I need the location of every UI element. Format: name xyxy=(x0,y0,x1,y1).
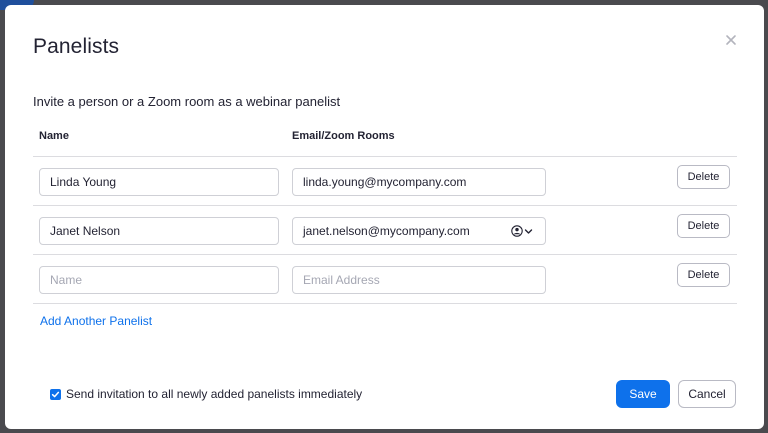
panelist-name-input[interactable]: Name xyxy=(39,266,279,294)
delete-button[interactable]: Delete xyxy=(677,165,730,189)
contact-picker-dropdown[interactable] xyxy=(511,218,533,244)
panelist-email-value: janet.nelson@mycompany.com xyxy=(303,224,470,238)
panelist-email-input[interactable]: Email Address xyxy=(292,266,546,294)
dialog-intro-text: Invite a person or a Zoom room as a webi… xyxy=(33,94,341,109)
send-invitation-label: Send invitation to all newly added panel… xyxy=(66,387,363,401)
send-invitation-option: Send invitation to all newly added panel… xyxy=(50,387,362,401)
dialog-title: Panelists xyxy=(33,35,120,58)
cancel-button[interactable]: Cancel xyxy=(678,380,736,408)
table-header: Name Email/Zoom Rooms xyxy=(33,123,737,157)
delete-button[interactable]: Delete xyxy=(677,214,730,238)
checkmark-icon xyxy=(51,391,60,397)
panelist-row: Janet Nelson janet.nelson@mycompany.com … xyxy=(33,206,737,255)
panelist-name-input[interactable]: Janet Nelson xyxy=(39,217,279,245)
close-icon xyxy=(726,35,736,45)
chevron-down-icon xyxy=(524,228,533,234)
panelist-name-input[interactable]: Linda Young xyxy=(39,168,279,196)
person-icon xyxy=(511,225,523,237)
add-another-panelist-link[interactable]: Add Another Panelist xyxy=(40,314,152,328)
panelist-row: Linda Young linda.young@mycompany.com De… xyxy=(33,157,737,206)
send-invitation-checkbox[interactable] xyxy=(50,388,61,400)
column-header-name: Name xyxy=(39,130,69,142)
save-button[interactable]: Save xyxy=(616,380,670,408)
delete-button[interactable]: Delete xyxy=(677,263,730,287)
panelist-row: Name Email Address Delete xyxy=(33,255,737,304)
panelists-dialog: Panelists Invite a person or a Zoom room… xyxy=(5,5,764,429)
panelist-email-input[interactable]: linda.young@mycompany.com xyxy=(292,168,546,196)
close-button[interactable] xyxy=(723,32,739,48)
column-header-email: Email/Zoom Rooms xyxy=(292,130,395,142)
panelist-email-input[interactable]: janet.nelson@mycompany.com xyxy=(292,217,546,245)
